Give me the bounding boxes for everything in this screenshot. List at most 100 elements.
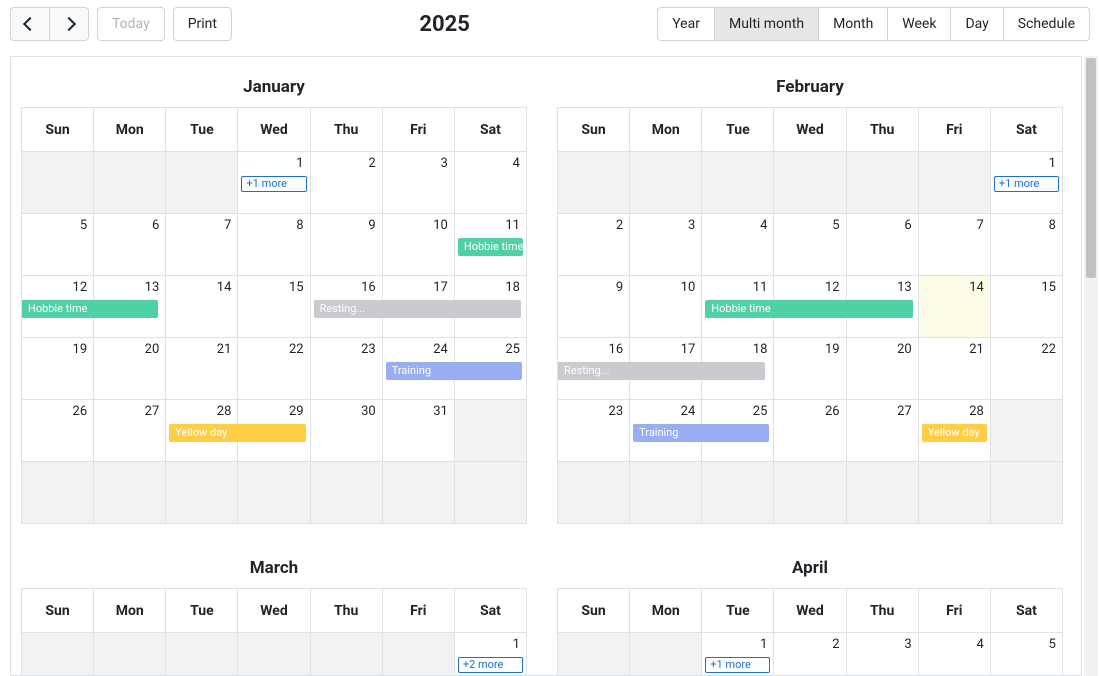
day-cell-today[interactable]: 14 [919,276,991,337]
day-cell[interactable] [383,462,455,523]
print-button[interactable]: Print [173,7,232,41]
day-cell[interactable]: 4 [919,633,991,676]
day-cell[interactable] [22,633,94,676]
day-cell[interactable]: 1 +1 more [991,152,1062,213]
day-cell[interactable]: 21 [166,338,238,399]
day-cell[interactable]: 27 [94,400,166,461]
next-button[interactable] [50,7,89,41]
view-multimonth[interactable]: Multi month [715,7,819,41]
day-cell[interactable]: 7 [919,214,991,275]
day-cell[interactable]: 24 Training [630,400,702,461]
day-cell[interactable]: 7 [166,214,238,275]
day-cell[interactable]: 27 [847,400,919,461]
day-cell[interactable]: 3 [383,152,455,213]
day-cell[interactable]: 19 [22,338,94,399]
day-cell[interactable]: 3 [630,214,702,275]
day-cell[interactable] [847,462,919,523]
day-cell[interactable]: 1 +2 more [455,633,526,676]
day-cell[interactable] [630,462,702,523]
day-cell[interactable]: 2 [311,152,383,213]
day-cell[interactable] [311,633,383,676]
day-cell[interactable]: 23 [311,338,383,399]
day-cell[interactable] [22,152,94,213]
day-cell[interactable]: 20 [94,338,166,399]
day-cell[interactable] [919,462,991,523]
view-day[interactable]: Day [951,7,1003,41]
event-resting[interactable]: Resting... [314,300,521,318]
day-cell[interactable]: 28 Yellow day [919,400,991,461]
day-cell[interactable]: 6 [847,214,919,275]
day-cell[interactable]: 23 [558,400,630,461]
day-cell[interactable] [558,633,630,676]
day-cell[interactable] [238,462,310,523]
day-cell[interactable] [702,152,774,213]
scrollbar[interactable] [1084,56,1098,676]
view-year[interactable]: Year [657,7,715,41]
day-cell[interactable] [991,400,1062,461]
event-hobbie[interactable]: Hobbie time [705,300,912,318]
day-cell[interactable] [630,152,702,213]
day-cell[interactable]: 5 [22,214,94,275]
view-month[interactable]: Month [819,7,888,41]
scrollbar-thumb[interactable] [1086,58,1096,278]
day-cell[interactable] [94,462,166,523]
day-cell[interactable] [22,462,94,523]
day-cell[interactable] [558,462,630,523]
day-cell[interactable]: 3 [847,633,919,676]
day-cell[interactable] [166,152,238,213]
day-cell[interactable]: 9 [311,214,383,275]
day-cell[interactable]: 28 Yellow day [166,400,238,461]
today-button[interactable]: Today [97,7,165,41]
event-training[interactable]: Training [633,424,769,442]
day-cell[interactable]: 9 [558,276,630,337]
day-cell[interactable]: 12 Hobbie time [22,276,94,337]
day-cell[interactable]: 5 [774,214,846,275]
day-cell[interactable]: 8 [991,214,1062,275]
event-training[interactable]: Training [386,362,522,380]
day-cell[interactable] [166,633,238,676]
view-week[interactable]: Week [888,7,951,41]
day-cell[interactable]: 10 [630,276,702,337]
day-cell[interactable]: 22 [238,338,310,399]
day-cell[interactable] [94,152,166,213]
day-cell[interactable] [558,152,630,213]
day-cell[interactable] [238,633,310,676]
day-cell[interactable]: 2 [774,633,846,676]
day-cell[interactable]: 15 [238,276,310,337]
day-cell[interactable]: 26 [774,400,846,461]
more-link[interactable]: +1 more [994,176,1059,192]
event-hobbie[interactable]: Hobbie time [22,300,158,318]
day-cell[interactable]: 8 [238,214,310,275]
more-link[interactable]: +1 more [705,657,770,673]
day-cell[interactable]: 19 [774,338,846,399]
day-cell[interactable] [630,633,702,676]
event-hobbie[interactable]: Hobbie time [458,238,523,256]
day-cell[interactable]: 11 Hobbie time [702,276,774,337]
event-resting[interactable]: Resting... [558,362,765,380]
day-cell[interactable] [774,152,846,213]
more-link[interactable]: +1 more [241,176,306,192]
day-cell[interactable]: 26 [22,400,94,461]
more-link[interactable]: +2 more [458,657,523,673]
day-cell[interactable]: 11 Hobbie time [455,214,526,275]
day-cell[interactable] [455,462,526,523]
day-cell[interactable] [919,152,991,213]
event-yellow[interactable]: Yellow day [922,424,987,442]
day-cell[interactable] [311,462,383,523]
day-cell[interactable]: 21 [919,338,991,399]
event-yellow[interactable]: Yellow day [169,424,305,442]
day-cell[interactable]: 31 [383,400,455,461]
day-cell[interactable]: 30 [311,400,383,461]
day-cell[interactable] [455,400,526,461]
day-cell[interactable]: 5 [991,633,1062,676]
day-cell[interactable] [774,462,846,523]
day-cell[interactable] [94,633,166,676]
day-cell[interactable]: 24 Training [383,338,455,399]
day-cell[interactable]: 1 +1 more [238,152,310,213]
view-schedule[interactable]: Schedule [1004,7,1090,41]
day-cell[interactable] [383,633,455,676]
day-cell[interactable]: 4 [455,152,526,213]
day-cell[interactable]: 2 [558,214,630,275]
day-cell[interactable]: 15 [991,276,1062,337]
day-cell[interactable]: 10 [383,214,455,275]
